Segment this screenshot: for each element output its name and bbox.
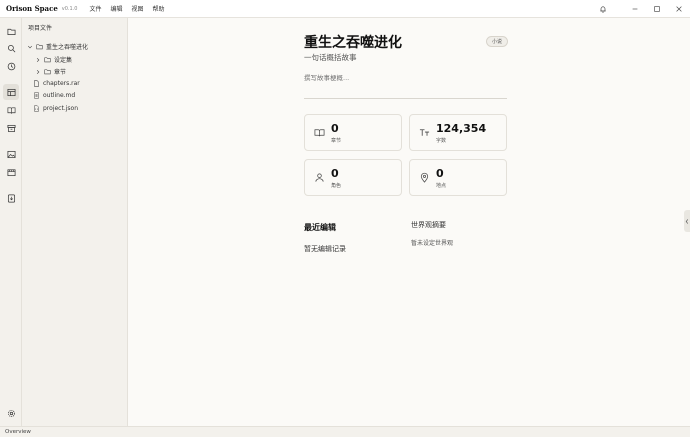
film-icon[interactable] (3, 164, 19, 180)
menu-edit[interactable]: 编辑 (111, 4, 123, 13)
book-open-icon (314, 127, 325, 138)
chevron-right-icon (35, 57, 42, 63)
app-name: Orison Space (6, 4, 58, 13)
stat-label: 章节 (331, 138, 342, 144)
folder-open-icon (36, 44, 43, 50)
overview-icon[interactable] (3, 84, 19, 100)
stat-card-locations: 0 地点 (409, 159, 507, 196)
bell-icon[interactable] (592, 0, 614, 18)
stat-card-characters: 0 角色 (304, 159, 402, 196)
panel-toggle[interactable] (684, 210, 690, 232)
tree-label: 设定集 (54, 57, 73, 64)
file-code-icon (34, 105, 39, 112)
tree-folder-chapters[interactable]: 章节 (35, 67, 66, 76)
tree-file-outline-md[interactable]: outline.md (33, 92, 75, 99)
settings-icon[interactable] (3, 405, 19, 421)
stat-label: 地点 (436, 183, 447, 189)
tree-folder-root[interactable]: 重生之吞噬进化 (27, 42, 88, 51)
recent-edits-empty: 暂无编辑记录 (304, 245, 346, 253)
stat-value: 0 (331, 167, 339, 180)
image-icon[interactable] (3, 146, 19, 162)
close-icon[interactable] (668, 0, 690, 18)
stat-value: 124,354 (436, 122, 487, 135)
chevron-down-icon (27, 44, 34, 50)
menu-file[interactable]: 文件 (89, 4, 101, 13)
stat-card-words: 124,354 字数 (409, 114, 507, 151)
tree-label: 章节 (54, 69, 67, 76)
folder-icon[interactable] (3, 23, 19, 39)
recent-edits-title: 最近编辑 (304, 222, 336, 232)
book-title[interactable]: 重生之吞噬进化 (304, 32, 402, 52)
tree-folder-settings[interactable]: 设定集 (35, 55, 72, 64)
tree-file-project-json[interactable]: project.json (33, 105, 78, 112)
maximize-icon[interactable] (646, 0, 668, 18)
stat-value: 0 (331, 122, 339, 135)
export-icon[interactable] (3, 190, 19, 206)
history-icon[interactable] (3, 58, 19, 74)
world-summary-empty: 暂未设定世界观 (411, 240, 454, 247)
map-pin-icon (419, 172, 430, 183)
archive-icon[interactable] (3, 120, 19, 136)
folder-icon (44, 69, 51, 75)
overview-panel: 重生之吞噬进化 小说 一句话概括故事 撰写故事梗概... 0 章节 124,35… (128, 18, 690, 426)
user-icon (314, 172, 325, 183)
app-version: v0.1.0 (61, 5, 78, 12)
tree-file-chapters-rar[interactable]: chapters.rar (33, 80, 80, 87)
minimize-icon[interactable] (624, 0, 646, 18)
tree-label: 重生之吞噬进化 (46, 44, 89, 51)
book-tagline-field[interactable]: 一句话概括故事 (304, 52, 357, 63)
text-size-icon (419, 127, 430, 138)
chevron-left-icon (685, 218, 689, 224)
menu-bar: 文件 编辑 视图 帮助 (89, 4, 173, 13)
search-icon[interactable] (3, 40, 19, 56)
title-bar: Orison Space v0.1.0 文件 编辑 视图 帮助 (0, 0, 690, 18)
genre-badge[interactable]: 小说 (486, 36, 509, 47)
status-text: Overview (5, 429, 31, 435)
activity-bar (0, 18, 22, 426)
divider (304, 98, 507, 99)
folder-icon (44, 57, 51, 63)
stat-value: 0 (436, 167, 444, 180)
file-text-icon (34, 92, 39, 99)
menu-help[interactable]: 帮助 (153, 4, 165, 13)
chevron-right-icon (35, 69, 42, 75)
sidebar-title: 项目文件 (28, 25, 53, 32)
tree-label: chapters.rar (43, 80, 80, 87)
stat-label: 角色 (331, 183, 342, 189)
status-bar: Overview (0, 426, 690, 437)
world-summary-title: 世界观摘要 (411, 221, 446, 229)
file-icon (34, 80, 39, 87)
menu-view[interactable]: 视图 (132, 4, 144, 13)
tree-label: project.json (43, 105, 78, 112)
synopsis-field[interactable]: 撰写故事梗概... (304, 72, 349, 82)
file-explorer: 项目文件 重生之吞噬进化 设定集 章节 chapters.rar outline… (22, 18, 128, 426)
tree-label: outline.md (43, 92, 76, 99)
stat-card-chapters: 0 章节 (304, 114, 402, 151)
book-icon[interactable] (3, 102, 19, 118)
stat-label: 字数 (436, 138, 447, 144)
